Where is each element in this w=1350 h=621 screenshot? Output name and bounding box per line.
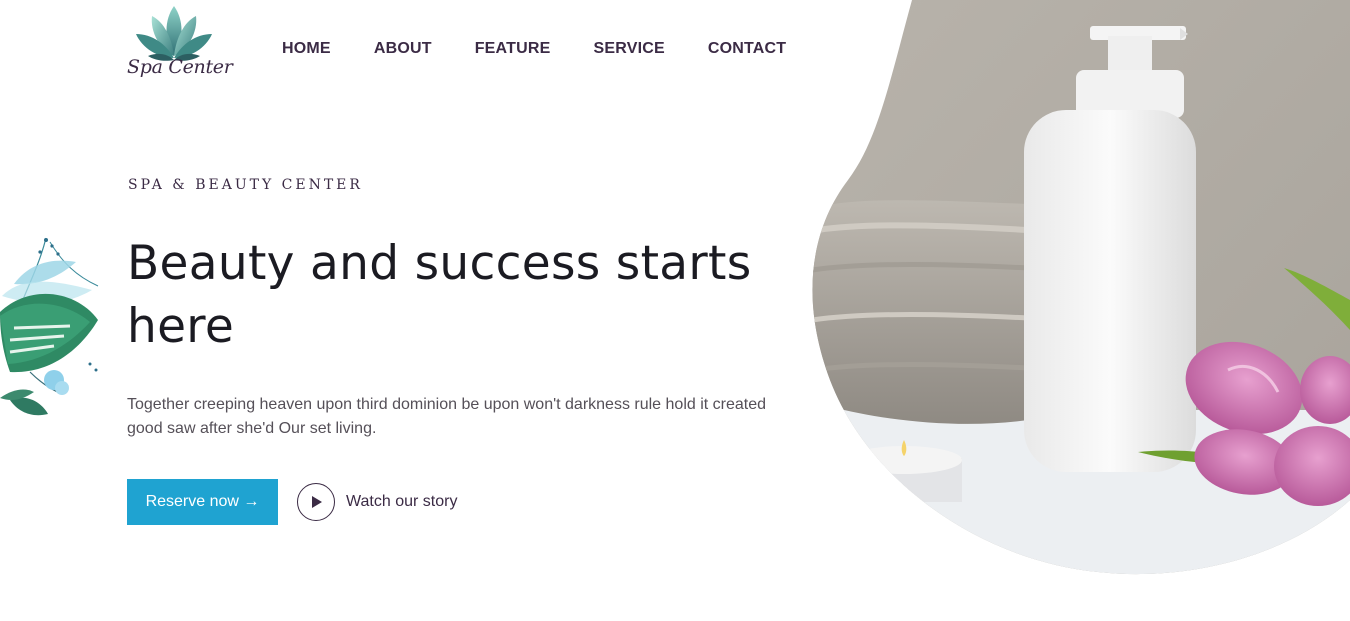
nav-item-contact[interactable]: CONTACT [708,40,786,58]
nav-item-service[interactable]: SERVICE [593,40,664,58]
play-icon [312,496,322,508]
main-nav: HOME ABOUT FEATURE SERVICE CONTACT [282,40,829,58]
nav-item-about[interactable]: ABOUT [374,40,432,58]
hero-eyebrow: SPA & BEAUTY CENTER [128,177,363,193]
watch-story-button[interactable]: Watch our story [297,481,457,523]
logo-text: Spa Center [127,56,233,78]
watch-story-label: Watch our story [346,493,458,510]
play-button[interactable] [297,483,335,521]
logo[interactable]: Spa Center [124,2,233,86]
hero-description: Together creeping heaven upon third domi… [127,396,767,437]
reserve-now-button[interactable]: Reserve now → [127,479,278,525]
leaves-illustration [0,232,104,428]
nav-item-home[interactable]: HOME [282,40,331,58]
nav-item-feature[interactable]: FEATURE [475,40,551,58]
hero-headline: Beauty and success starts here [127,236,752,354]
lotus-logo-icon [136,6,212,61]
hero-image [808,0,1350,580]
